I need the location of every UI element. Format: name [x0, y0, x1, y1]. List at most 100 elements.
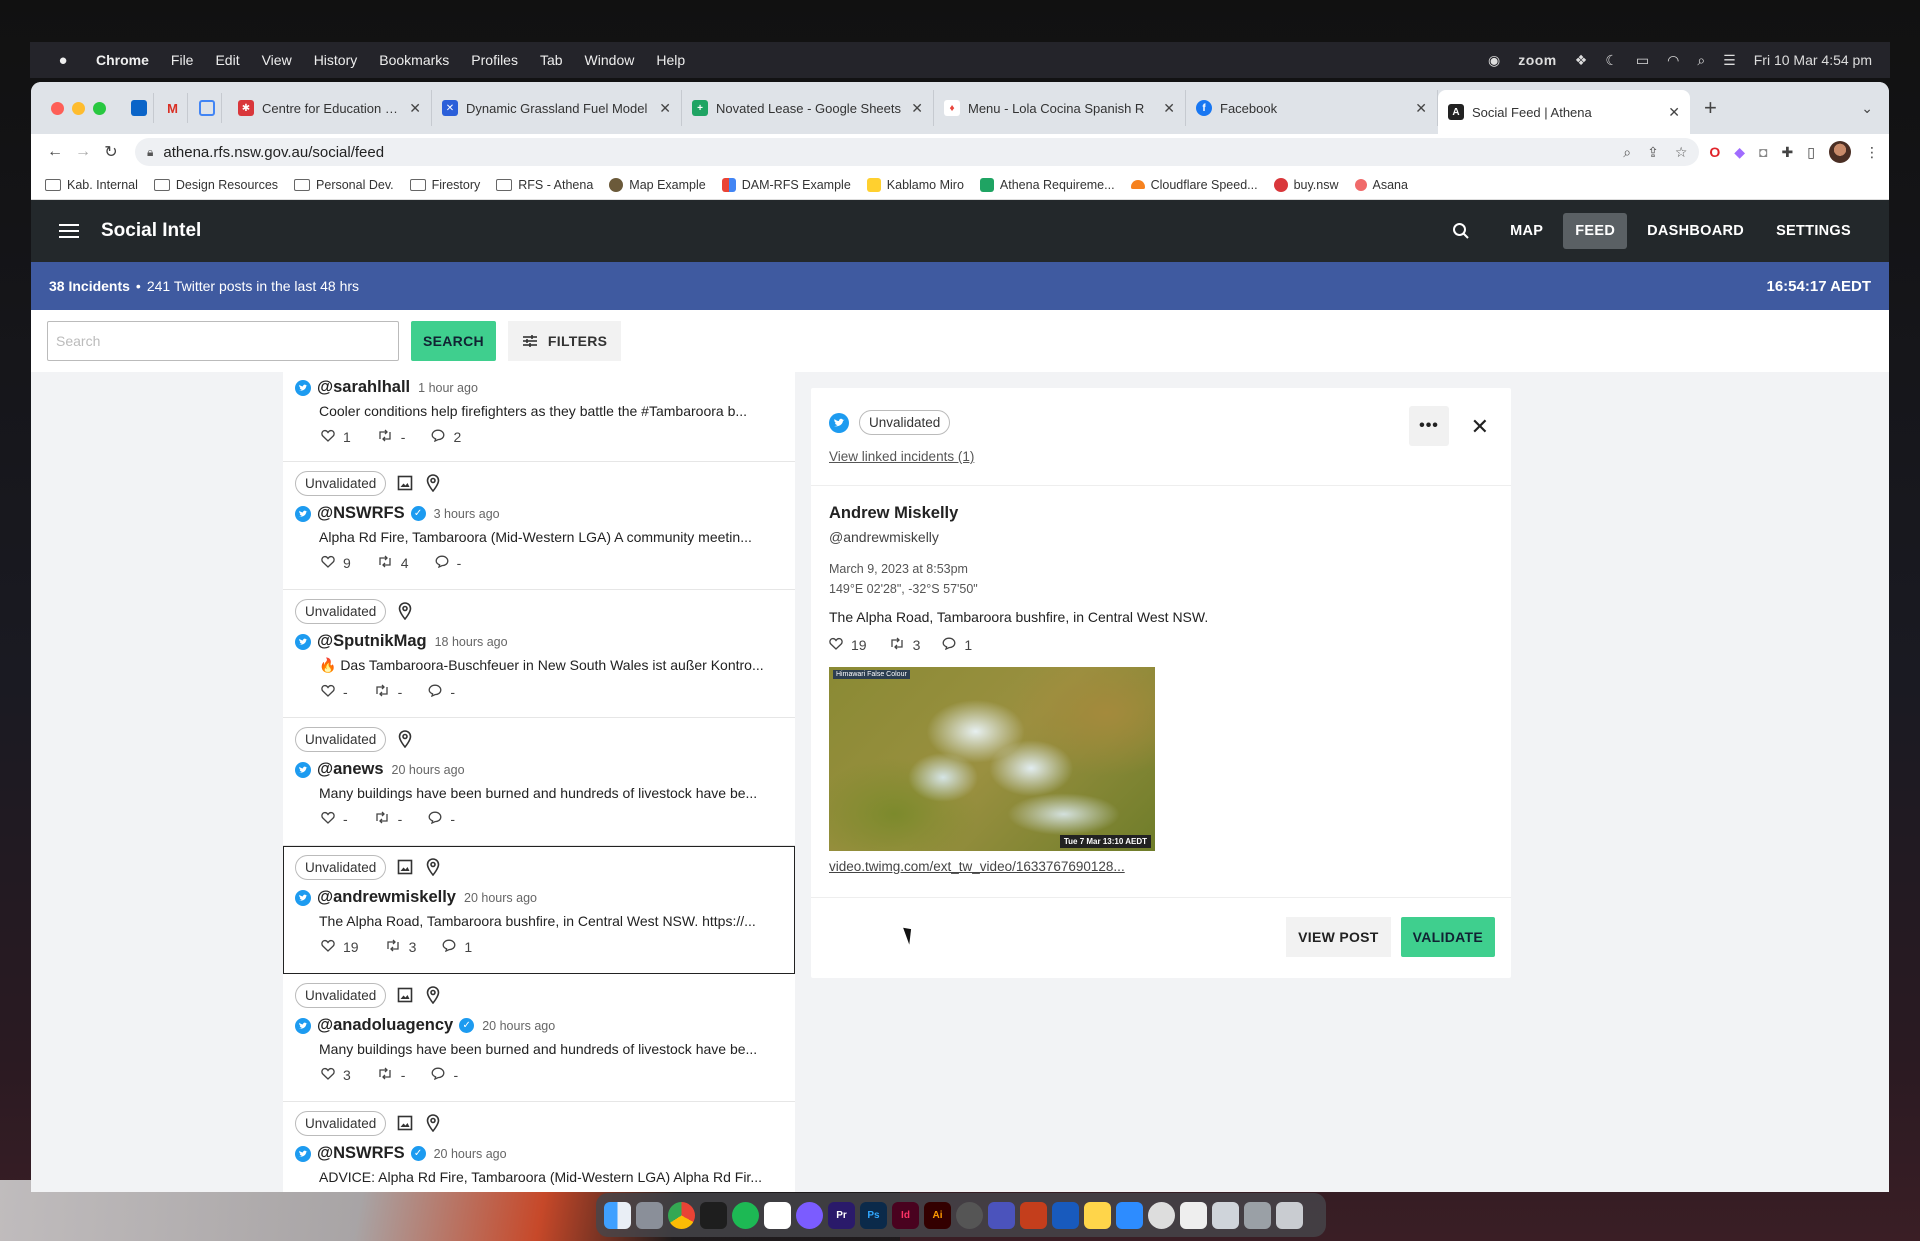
forward-icon[interactable]: →: [69, 143, 97, 161]
zoom-status[interactable]: zoom: [1518, 52, 1557, 68]
messenger-icon[interactable]: [796, 1201, 823, 1229]
feed-post[interactable]: Unvalidated @NSWRFS ✓ 3 hours ago Alpha …: [283, 462, 795, 590]
tab-novated-lease[interactable]: + Novated Lease - Google Sheets ✕: [682, 90, 934, 126]
address-bar[interactable]: 🔒︎ athena.rfs.nsw.gov.au/social/feed ⌕ ⇪…: [135, 138, 1700, 166]
menu-clock[interactable]: Fri 10 Mar 4:54 pm: [1754, 52, 1872, 68]
bookmark-map-example[interactable]: Map Example: [609, 177, 706, 192]
nav-dashboard[interactable]: DASHBOARD: [1635, 213, 1756, 249]
menu-view[interactable]: View: [262, 52, 292, 68]
powerpoint-icon[interactable]: [1020, 1201, 1047, 1229]
feed-post[interactable]: Unvalidated @andrewmiskelly 20 hours ago…: [283, 846, 795, 974]
close-tab-icon[interactable]: ✕: [1415, 100, 1427, 117]
menu-window[interactable]: Window: [585, 52, 635, 68]
tab-grassland-fuel-model[interactable]: ✕ Dynamic Grassland Fuel Model ✕: [432, 90, 682, 126]
bookmark-personal-dev[interactable]: Personal Dev.: [294, 178, 394, 192]
menu-app-name[interactable]: Chrome: [96, 52, 149, 68]
bookmark-asana[interactable]: Asana: [1354, 178, 1408, 192]
indesign-icon[interactable]: Id: [892, 1201, 919, 1229]
control-center-icon[interactable]: ☰: [1723, 52, 1736, 69]
view-post-button[interactable]: VIEW POST: [1286, 917, 1391, 957]
post-handle[interactable]: @NSWRFS: [317, 1144, 405, 1163]
menu-profiles[interactable]: Profiles: [471, 52, 518, 68]
extensions-puzzle-icon[interactable]: ✚: [1782, 144, 1794, 161]
photoshop-icon[interactable]: Ps: [860, 1201, 887, 1229]
close-window-button[interactable]: [51, 101, 64, 115]
tab-facebook[interactable]: f Facebook ✕: [1186, 90, 1438, 126]
menu-hamburger-icon[interactable]: [59, 224, 79, 238]
finder-icon[interactable]: [604, 1201, 631, 1229]
share-icon[interactable]: ⇪: [1647, 144, 1659, 161]
notes-icon[interactable]: [1084, 1201, 1111, 1229]
launchpad-icon[interactable]: [636, 1201, 663, 1229]
pinned-tab-calendar[interactable]: [192, 93, 222, 123]
reload-icon[interactable]: ↻: [97, 142, 125, 162]
feed-post[interactable]: @sarahlhall 1 hour ago Cooler conditions…: [283, 378, 795, 462]
chrome-icon[interactable]: [668, 1201, 695, 1229]
new-tab-button[interactable]: +: [1704, 95, 1717, 121]
side-panel-icon[interactable]: ▯: [1807, 144, 1815, 161]
bookmark-firestory[interactable]: Firestory: [409, 178, 480, 192]
menu-history[interactable]: History: [314, 52, 358, 68]
illustrator-icon[interactable]: Ai: [924, 1201, 951, 1229]
feed-post[interactable]: Unvalidated @anews 20 hours ago Many bui…: [283, 718, 795, 846]
bookmark-kab-internal[interactable]: Kab. Internal: [45, 178, 138, 192]
wifi-icon[interactable]: ◠: [1667, 52, 1679, 69]
url-text[interactable]: athena.rfs.nsw.gov.au/social/feed: [163, 144, 384, 161]
tab-search-chevron-icon[interactable]: ⌄: [1861, 100, 1873, 117]
moon-icon[interactable]: ☾: [1605, 52, 1618, 69]
post-handle[interactable]: @SputnikMag: [317, 632, 427, 651]
bookmark-buy-nsw[interactable]: buy.nsw: [1273, 177, 1339, 192]
menu-bookmarks[interactable]: Bookmarks: [379, 52, 449, 68]
nav-settings[interactable]: SETTINGS: [1764, 213, 1863, 249]
figma-icon[interactable]: ❖: [1575, 52, 1588, 69]
post-handle[interactable]: @anadoluagency: [317, 1016, 453, 1035]
close-tab-icon[interactable]: ✕: [409, 100, 421, 117]
post-handle[interactable]: @anews: [317, 760, 384, 779]
bookmark-design-resources[interactable]: Design Resources: [153, 178, 278, 192]
minimize-window-button[interactable]: [72, 101, 85, 115]
media-link[interactable]: video.twimg.com/ext_tw_video/16337676901…: [829, 859, 1493, 874]
feed-post[interactable]: Unvalidated @SputnikMag 18 hours ago 🔥 D…: [283, 590, 795, 718]
downloads-icon[interactable]: [1244, 1201, 1271, 1229]
feed-post[interactable]: Unvalidated @NSWRFS ✓ 20 hours ago ADVIC…: [283, 1102, 795, 1192]
filters-button[interactable]: FILTERS: [507, 321, 622, 361]
post-handle[interactable]: @andrewmiskelly: [317, 888, 456, 907]
profile-avatar[interactable]: [1829, 141, 1851, 163]
close-tab-icon[interactable]: ✕: [659, 100, 671, 117]
feed-post[interactable]: Unvalidated @anadoluagency ✓ 20 hours ag…: [283, 974, 795, 1102]
close-tab-icon[interactable]: ✕: [1163, 100, 1175, 117]
validate-button[interactable]: VALIDATE: [1400, 917, 1495, 957]
zoom-icon[interactable]: ⌕: [1623, 144, 1631, 161]
tab-social-feed-athena[interactable]: A Social Feed | Athena ✕: [1438, 90, 1690, 134]
more-options-button[interactable]: •••: [1409, 406, 1449, 446]
slack-icon[interactable]: [764, 1201, 791, 1229]
social-feed-list[interactable]: @sarahlhall 1 hour ago Cooler conditions…: [283, 372, 795, 1192]
bookmark-athena-requirements[interactable]: Athena Requireme...: [979, 177, 1115, 192]
record-icon[interactable]: ◉: [1488, 52, 1500, 69]
search-input[interactable]: [47, 321, 399, 361]
chrome-menu-icon[interactable]: ⋮: [1865, 144, 1879, 161]
bookmark-dam-rfs-example[interactable]: DAM-RFS Example: [721, 177, 851, 192]
document-icon[interactable]: [1180, 1201, 1207, 1229]
satellite-image-media[interactable]: Himawari False Colour Tue 7 Mar 13:10 AE…: [829, 667, 1155, 851]
zoom-icon[interactable]: [1116, 1201, 1143, 1229]
bookmark-kablamo-miro[interactable]: Kablamo Miro: [866, 177, 964, 192]
incident-count[interactable]: 38 Incidents: [49, 278, 130, 294]
apple-icon[interactable]: ●: [52, 52, 74, 69]
nav-feed[interactable]: FEED: [1563, 213, 1628, 249]
gradient-extension-icon[interactable]: ◆: [1734, 144, 1745, 161]
search-icon[interactable]: [1444, 214, 1478, 248]
close-tab-icon[interactable]: ✕: [911, 100, 923, 117]
menu-file[interactable]: File: [171, 52, 194, 68]
view-linked-incidents-link[interactable]: View linked incidents (1): [829, 449, 974, 464]
back-icon[interactable]: ←: [41, 143, 69, 161]
system-preferences-icon[interactable]: [956, 1201, 983, 1229]
battery-icon[interactable]: ▭: [1636, 52, 1649, 69]
spotify-icon[interactable]: [732, 1201, 759, 1229]
nav-map[interactable]: MAP: [1498, 213, 1555, 249]
maximize-window-button[interactable]: [93, 101, 106, 115]
opera-extension-icon[interactable]: O: [1709, 144, 1720, 160]
post-handle[interactable]: @NSWRFS: [317, 504, 405, 523]
figma-icon[interactable]: [700, 1201, 727, 1229]
menu-help[interactable]: Help: [656, 52, 685, 68]
